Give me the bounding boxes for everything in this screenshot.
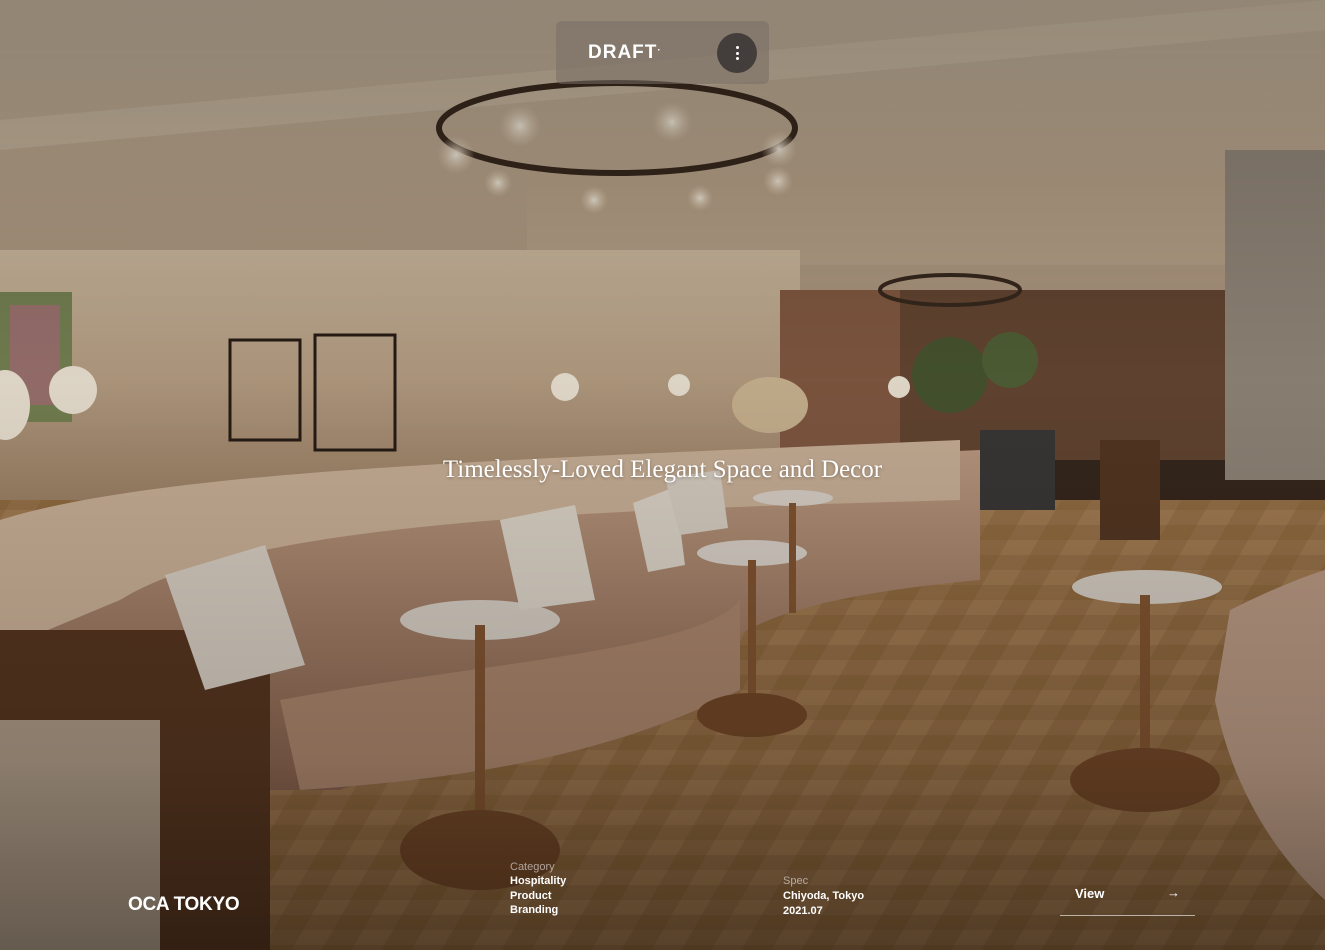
category-item: Branding <box>510 904 559 916</box>
menu-button[interactable] <box>717 33 757 73</box>
arrow-right-icon: → <box>1167 885 1180 900</box>
view-label: View <box>1075 886 1105 901</box>
view-project-link[interactable]: View → <box>1060 884 1195 916</box>
spec-date: 2021.07 <box>783 904 823 917</box>
spec-label: Spec <box>783 875 809 887</box>
category-list: Hospitality Product Branding <box>510 874 566 918</box>
logo-mark: . <box>657 42 662 54</box>
site-header: DRAFT. <box>556 21 769 84</box>
spec-list: Chiyoda, Tokyo 2021.07 <box>783 889 864 918</box>
category-item: Product <box>510 889 552 902</box>
logo-text: DRAFT <box>588 42 658 63</box>
draft-logo[interactable]: DRAFT. <box>588 42 661 64</box>
category-item: Hospitality <box>510 875 567 887</box>
hero-headline: Timelessly-Loved Elegant Space and Decor <box>442 456 883 483</box>
category-label: Category <box>510 861 555 873</box>
spec-location: Chiyoda, Tokyo <box>783 890 865 902</box>
project-title[interactable]: OCA TOKYO <box>128 894 240 916</box>
